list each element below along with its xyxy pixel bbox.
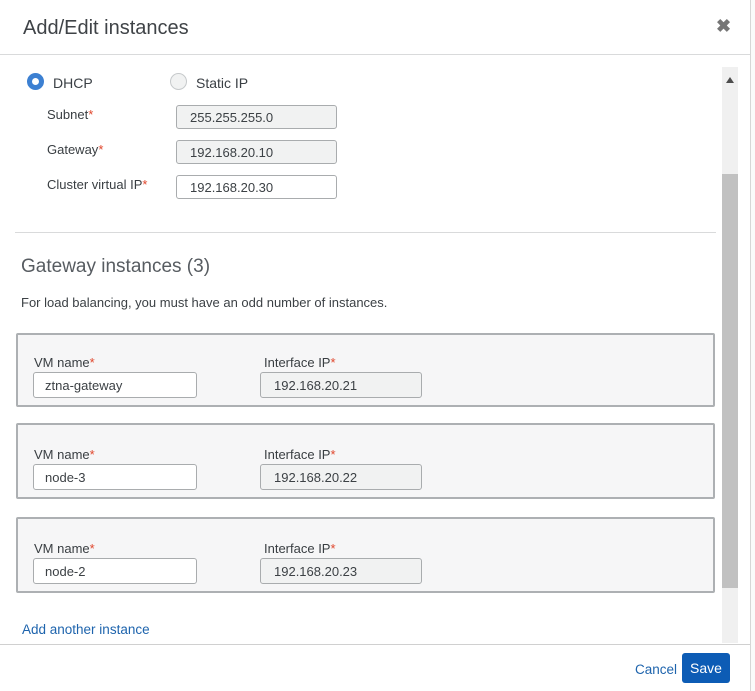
close-icon[interactable]: ✖ <box>716 16 731 37</box>
cancel-button[interactable]: Cancel <box>635 662 677 677</box>
gateway-input[interactable] <box>176 140 337 164</box>
vm-name-input[interactable] <box>33 558 197 584</box>
scrollbar[interactable] <box>722 67 738 643</box>
vm-name-label: VM name* <box>34 355 95 370</box>
interface-ip-input[interactable] <box>260 372 422 398</box>
ip-mode-radio-group: DHCP Static IP <box>0 73 700 91</box>
static-ip-radio[interactable] <box>170 73 187 90</box>
interface-ip-label: Interface IP* <box>264 541 336 556</box>
scrollbar-up-arrow-icon[interactable] <box>726 77 734 83</box>
required-asterisk: * <box>88 107 93 122</box>
gateway-instances-heading: Gateway instances (3) <box>21 256 210 278</box>
instance-card: VM name* Interface IP* <box>16 333 715 407</box>
required-asterisk: * <box>142 177 147 192</box>
footer-divider <box>0 644 751 645</box>
subnet-input[interactable] <box>176 105 337 129</box>
static-ip-radio-label: Static IP <box>196 75 248 91</box>
required-asterisk: * <box>90 447 95 462</box>
required-asterisk: * <box>330 447 335 462</box>
required-asterisk: * <box>90 541 95 556</box>
save-button[interactable]: Save <box>682 653 730 683</box>
required-asterisk: * <box>330 541 335 556</box>
cluster-virtual-ip-label: Cluster virtual IP* <box>47 177 147 192</box>
required-asterisk: * <box>98 142 103 157</box>
section-divider <box>15 232 716 233</box>
interface-ip-input[interactable] <box>260 558 422 584</box>
interface-ip-input[interactable] <box>260 464 422 490</box>
add-edit-instances-dialog: Add/Edit instances ✖ DHCP Static IP Subn… <box>0 0 751 691</box>
dialog-title: Add/Edit instances <box>23 17 189 40</box>
gateway-instances-description: For load balancing, you must have an odd… <box>21 295 387 310</box>
required-asterisk: * <box>90 355 95 370</box>
vm-name-label: VM name* <box>34 447 95 462</box>
gateway-label: Gateway* <box>47 142 103 157</box>
subnet-label: Subnet* <box>47 107 93 122</box>
vm-name-input[interactable] <box>33 464 197 490</box>
dhcp-radio-label: DHCP <box>53 75 93 91</box>
scrollbar-thumb[interactable] <box>722 174 738 588</box>
vm-name-input[interactable] <box>33 372 197 398</box>
required-asterisk: * <box>330 355 335 370</box>
instance-card: VM name* Interface IP* <box>16 517 715 593</box>
vm-name-label: VM name* <box>34 541 95 556</box>
cluster-virtual-ip-input[interactable] <box>176 175 337 199</box>
interface-ip-label: Interface IP* <box>264 355 336 370</box>
instance-card: VM name* Interface IP* <box>16 423 715 499</box>
header-divider <box>0 54 751 55</box>
interface-ip-label: Interface IP* <box>264 447 336 462</box>
dhcp-radio[interactable] <box>27 73 44 90</box>
add-another-instance-link[interactable]: Add another instance <box>22 622 150 637</box>
